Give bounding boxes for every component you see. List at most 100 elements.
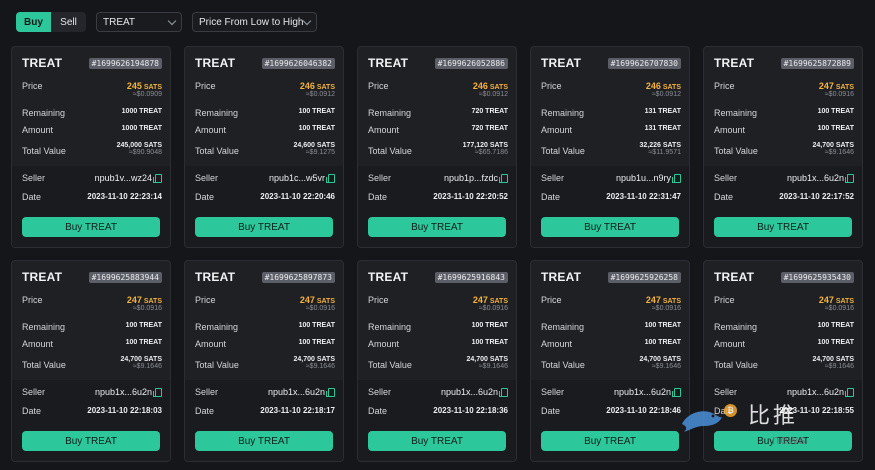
total-sats: 245,000 SATS: [116, 142, 162, 149]
price-unit: SATS: [143, 84, 162, 91]
price-sats: 247: [126, 295, 142, 305]
copy-icon[interactable]: [845, 173, 854, 183]
amount-label: Amount: [714, 339, 746, 349]
amount-value: 100 TREAT: [471, 339, 508, 346]
price-value: 246 SATS ≈$0.0912: [473, 81, 508, 99]
seller-row: Seller npub1p...fzdc: [368, 173, 508, 183]
remaining-row: Remaining 100 TREAT: [368, 322, 508, 332]
copy-icon[interactable]: [153, 387, 162, 397]
ticker-label: TREAT: [195, 56, 236, 70]
listing-id-badge: #1699626707830: [607, 57, 681, 69]
card-header: TREAT #1699625926258: [541, 270, 681, 284]
amount-label: Amount: [195, 125, 227, 135]
remaining-label: Remaining: [22, 108, 66, 118]
price-usd: ≈$0.0912: [305, 91, 335, 98]
date-row: Date 2023-11-10 22:18:17: [195, 406, 335, 416]
date-row: Date 2023-11-10 22:18:36: [368, 406, 508, 416]
seller-label: Seller: [195, 173, 219, 183]
sort-select[interactable]: Price From Low to High: [192, 12, 317, 32]
total-value: 245,000 SATS ≈$90.9048: [117, 142, 162, 157]
date-label: Date: [714, 406, 734, 416]
token-select[interactable]: TREAT: [96, 12, 182, 32]
total-value: 24,700 SATS ≈$9.1646: [293, 356, 335, 371]
remaining-label: Remaining: [195, 108, 239, 118]
sell-tab-button[interactable]: Sell: [51, 12, 86, 32]
seller-row: Seller npub1x...6u2n: [195, 387, 335, 397]
copy-icon[interactable]: [672, 387, 681, 397]
date-row: Date 2023-11-10 22:18:03: [22, 406, 162, 416]
listing-id-badge: #1699625935430: [780, 271, 854, 283]
buy-token-button[interactable]: Buy TREAT: [368, 217, 506, 237]
seller-label: Seller: [368, 173, 392, 183]
total-sats: 32,226 SATS: [639, 142, 681, 149]
total-sats: 24,600 SATS: [293, 142, 335, 149]
price-value: 247 SATS ≈$0.0916: [473, 295, 508, 313]
price-unit: SATS: [143, 298, 162, 305]
buy-token-button[interactable]: Buy TREAT: [22, 217, 160, 237]
date-row: Date 2023-11-10 22:18:46: [541, 406, 681, 416]
remaining-label: Remaining: [22, 322, 66, 332]
seller-value: npub1x...6u2n: [787, 173, 854, 183]
total-value-label: Total Value: [541, 146, 585, 156]
total-sats: 24,700 SATS: [812, 356, 854, 363]
seller-label: Seller: [22, 387, 46, 397]
amount-value: 720 TREAT: [471, 125, 508, 132]
remaining-value: 100 TREAT: [125, 322, 162, 329]
chevron-down-icon: [302, 16, 312, 25]
amount-label: Amount: [541, 339, 573, 349]
remaining-row: Remaining 100 TREAT: [714, 108, 854, 118]
date-row: Date 2023-11-10 22:31:47: [541, 192, 681, 202]
total-value-row: Total Value 32,226 SATS ≈$11.9571: [541, 142, 681, 157]
buy-token-button[interactable]: Buy TREAT: [22, 431, 160, 451]
seller-value: npub1x...6u2n: [787, 387, 854, 397]
amount-row: Amount 100 TREAT: [714, 125, 854, 135]
buy-token-button[interactable]: Buy TREAT: [195, 217, 333, 237]
amount-value: 100 TREAT: [125, 339, 162, 346]
copy-icon[interactable]: [845, 387, 854, 397]
copy-icon[interactable]: [672, 173, 681, 183]
seller-row: Seller npub1x...6u2n: [714, 387, 854, 397]
buy-token-button[interactable]: Buy TREAT: [541, 431, 679, 451]
card-header: TREAT #1699625872889: [714, 56, 854, 70]
amount-label: Amount: [368, 339, 400, 349]
price-row: Price 245 SATS ≈$0.0909: [22, 81, 162, 99]
remaining-label: Remaining: [714, 322, 758, 332]
total-value: 24,700 SATS ≈$9.1646: [466, 356, 508, 371]
price-usd: ≈$0.0916: [824, 305, 854, 312]
total-value-label: Total Value: [22, 146, 66, 156]
copy-icon[interactable]: [499, 173, 508, 183]
buy-token-button[interactable]: Buy TREAT: [541, 217, 679, 237]
buy-token-button[interactable]: Buy TREAT: [714, 217, 852, 237]
copy-icon[interactable]: [499, 387, 508, 397]
date-label: Date: [541, 406, 561, 416]
buy-sell-toggle: Buy Sell: [16, 12, 86, 32]
seller-npub: npub1p...fzdc: [443, 173, 498, 183]
buy-token-button[interactable]: Buy TREAT: [714, 431, 852, 451]
buy-tab-button[interactable]: Buy: [16, 12, 51, 32]
buy-token-button[interactable]: Buy TREAT: [368, 431, 506, 451]
seller-row: Seller npub1x...6u2n: [368, 387, 508, 397]
total-value-row: Total Value 245,000 SATS ≈$90.9048: [22, 142, 162, 157]
date-label: Date: [22, 192, 42, 202]
amount-row: Amount 100 TREAT: [195, 339, 335, 349]
listing-id-badge: #1699626194878: [88, 57, 162, 69]
copy-icon[interactable]: [326, 173, 335, 183]
amount-label: Amount: [541, 125, 573, 135]
ticker-label: TREAT: [195, 270, 236, 284]
price-value: 247 SATS ≈$0.0916: [127, 295, 162, 313]
price-row: Price 246 SATS ≈$0.0912: [368, 81, 508, 99]
seller-value: npub1x...6u2n: [95, 387, 162, 397]
copy-icon[interactable]: [326, 387, 335, 397]
seller-row: Seller npub1x...6u2n: [714, 173, 854, 183]
date-label: Date: [22, 406, 42, 416]
amount-value: 1000 TREAT: [121, 125, 162, 132]
price-label: Price: [195, 295, 216, 305]
buy-token-button[interactable]: Buy TREAT: [195, 431, 333, 451]
total-value-row: Total Value 24,600 SATS ≈$9.1275: [195, 142, 335, 157]
amount-label: Amount: [22, 339, 54, 349]
remaining-row: Remaining 100 TREAT: [22, 322, 162, 332]
copy-icon[interactable]: [153, 173, 162, 183]
price-row: Price 247 SATS ≈$0.0916: [195, 295, 335, 313]
seller-value: npub1x...6u2n: [441, 387, 508, 397]
seller-npub: npub1x...6u2n: [440, 387, 498, 397]
